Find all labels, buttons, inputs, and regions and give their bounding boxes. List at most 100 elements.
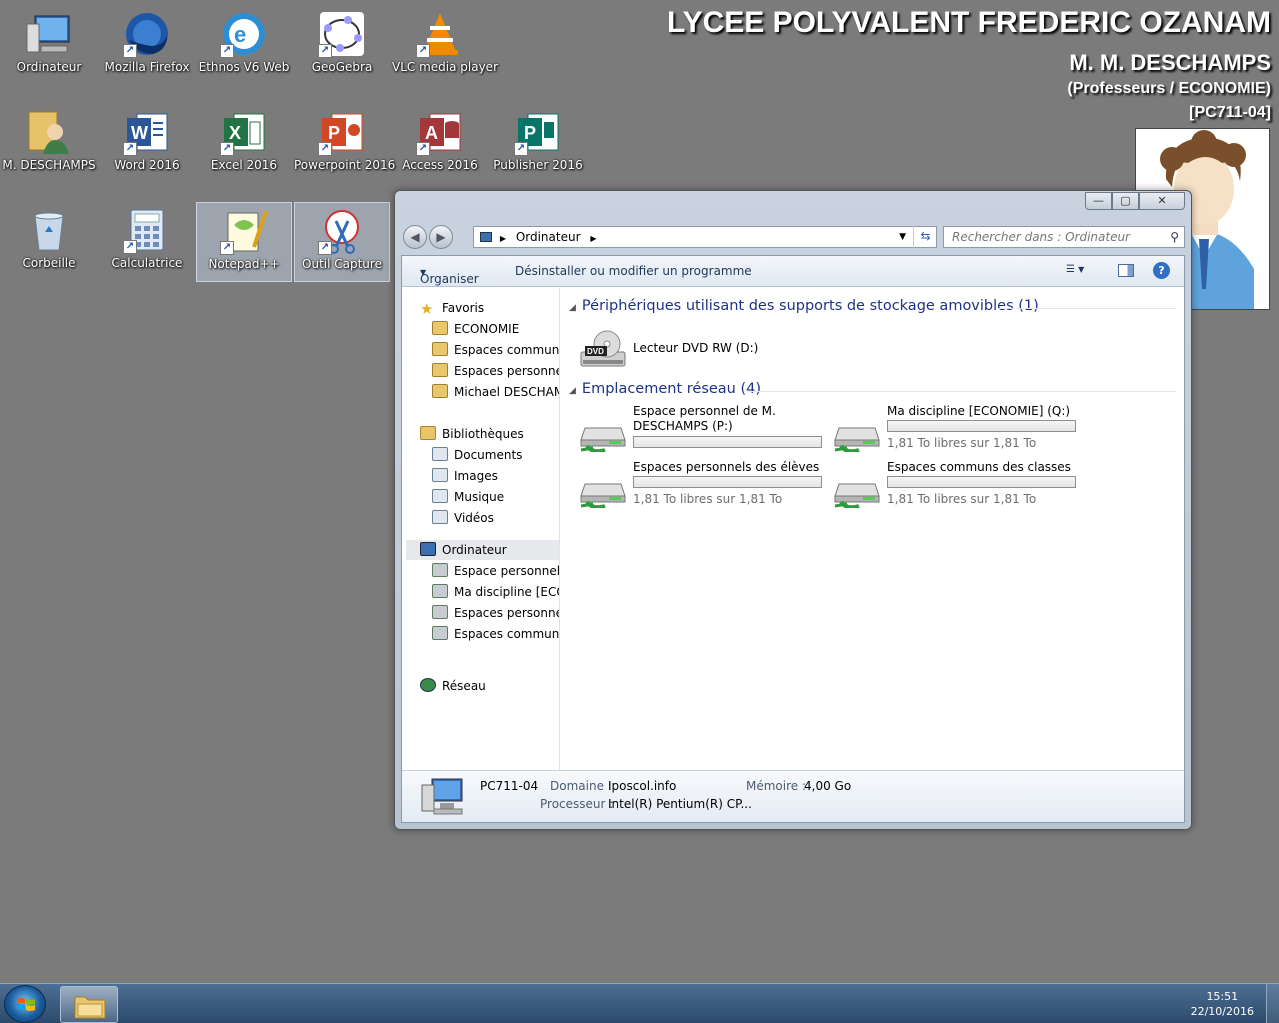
desktop-icon-label: Mozilla Firefox [104,60,190,74]
desktop-icon-word[interactable]: W ↗ Word 2016 [99,104,195,184]
nav-item-label: Espaces personnels d [454,606,559,620]
nav-item[interactable]: Espaces personnels d [432,603,559,623]
user-folder-icon [25,108,73,156]
nav-item-label: Images [454,469,498,483]
desktop-icon-geogebra[interactable]: ↗ GeoGebra [294,6,390,86]
nav-item[interactable]: Michael DESCHAMP [432,382,559,402]
desktop-icon-firefox[interactable]: ↗ Mozilla Firefox [99,6,195,86]
group-removable-header[interactable]: ◢ Périphériques utilisant des supports de… [569,298,1039,314]
nav-item-label: Espaces personnels d [454,364,559,378]
nav-item[interactable]: Musique [432,487,504,507]
desktop-icon-powerpoint[interactable]: P ↗ Powerpoint 2016 [294,104,395,184]
svg-text:X: X [229,123,241,143]
address-bar[interactable]: ▶ Ordinateur ▶ ▼ [473,226,937,248]
nav-computer[interactable]: Ordinateur [420,540,507,560]
search-input[interactable]: Rechercher dans : Ordinateur ⚲ [943,226,1185,248]
nav-network[interactable]: Réseau [420,676,486,696]
dvd-drive-icon: DVD [580,330,626,367]
nav-item[interactable]: Espace personnel de [432,561,560,581]
nav-item[interactable]: Espaces communs d [432,624,559,644]
change-view-button[interactable]: ☰ ▼ [1066,264,1092,278]
nav-item[interactable]: ECONOMIE [432,319,519,339]
powerpoint-icon: P ↗ [318,108,366,156]
desktop-icon-user-folder[interactable]: M. DESCHAMPS [1,104,97,184]
desktop-icon-snipping-tool[interactable]: ↗ Outil Capture [294,202,390,282]
nav-item-label: Espaces communs d [454,343,560,357]
group-network-header[interactable]: ◢ Emplacement réseau (4) [569,381,761,397]
address-dropdown-icon[interactable]: ▼ [899,227,906,247]
show-desktop-button[interactable] [1266,984,1279,1023]
refresh-button[interactable]: ⇆ [913,226,937,248]
arrow-left-icon: ◀ [410,230,420,244]
nav-item[interactable]: Espaces communs d [432,340,560,360]
organize-menu[interactable]: Organiser ▼ [420,264,479,286]
desktop-icon-label: Notepad++ [208,257,280,271]
minimize-button[interactable]: — [1085,192,1112,210]
desktop-icon-excel[interactable]: X ↗ Excel 2016 [196,104,292,184]
shortcut-arrow-icon: ↗ [416,44,430,58]
nav-item[interactable]: Espaces personnels d [432,361,559,381]
arrow-right-icon: ▶ [436,230,446,244]
drive-usage-bar [887,420,1076,432]
help-button[interactable]: ? [1153,262,1170,279]
computer-small-icon [480,232,492,242]
calculator-icon: ↗ [123,206,171,254]
back-button[interactable]: ◀ [403,225,427,249]
group-divider [747,391,1176,392]
start-button[interactable] [4,985,46,1023]
command-bar: Organiser ▼ Désinstaller ou modifier un … [402,256,1184,287]
nav-item[interactable]: Ma discipline [ECON [432,582,559,602]
uninstall-program-button[interactable]: Désinstaller ou modifier un programme [515,264,752,278]
network-drive-icon [580,427,626,452]
network-drive-icon [432,626,448,640]
network-drive[interactable]: Espace personnel de M. DESCHAMPS (P:) [577,404,825,456]
network-drive[interactable]: Espaces personnels des élèves (R:)1,81 T… [577,460,825,512]
nav-libraries[interactable]: Bibliothèques [420,424,524,444]
desktop-icon-ethnos[interactable]: e ↗ Ethnos V6 Web [196,6,292,86]
publisher-icon: P ↗ [514,108,562,156]
breadcrumb-arrow-icon[interactable]: ▶ [590,234,596,243]
maximize-button[interactable]: ▢ [1112,192,1139,210]
drive-free-space: 1,81 To libres sur 1,81 To [887,436,1037,450]
desktop-icon-label: Access 2016 [402,158,478,172]
nav-favorites[interactable]: ★ Favoris [420,298,484,318]
preview-pane-button[interactable] [1118,264,1134,277]
forward-button[interactable]: ▶ [429,225,453,249]
breadcrumb-computer[interactable]: Ordinateur [516,230,581,244]
network-drive[interactable]: Ma discipline [ECONOMIE] (Q:) 1,81 To lib… [831,404,1079,456]
desktop-icon-notepadpp[interactable]: ↗ Notepad++ [196,202,292,282]
taskbar-explorer-button[interactable] [60,986,118,1023]
library-item-icon [432,510,448,524]
refresh-icon: ⇆ [920,229,931,243]
desktop-icon-computer[interactable]: Ordinateur [1,6,97,86]
shortcut-arrow-icon: ↗ [123,142,137,156]
desktop-icon-access[interactable]: A ↗ Access 2016 [392,104,488,184]
search-icon[interactable]: ⚲ [1170,227,1179,247]
desktop-icon-publisher[interactable]: P ↗ Publisher 2016 [490,104,586,184]
file-list: ◢ Périphériques utilisant des supports de… [561,288,1184,772]
system-clock[interactable]: 15:51 22/10/2016 [1191,989,1254,1019]
shortcut-arrow-icon: ↗ [318,241,332,255]
desktop-icon-vlc[interactable]: ↗ VLC media player [392,6,498,86]
close-button[interactable]: ✕ [1139,192,1185,210]
taskbar: 15:51 22/10/2016 [0,983,1279,1023]
network-drive[interactable]: Espaces communs des classes (S:)1,81 To … [831,460,1079,512]
shortcut-arrow-icon: ↗ [318,44,332,58]
nav-item[interactable]: Documents [432,445,522,465]
nav-item[interactable]: Images [432,466,498,486]
nav-item[interactable]: Vidéos [432,508,494,528]
desktop-icon-calculator[interactable]: ↗ Calculatrice [99,202,195,282]
breadcrumb-arrow-icon[interactable]: ▶ [500,234,506,243]
svg-text:e: e [234,22,246,47]
library-item-icon [432,468,448,482]
nav-item-label: Musique [454,490,505,504]
desktop-icon-recycle-bin[interactable]: Corbeille [1,202,97,282]
nav-item-label: Espace personnel de [454,564,560,578]
dvd-drive[interactable]: DVD Lecteur DVD RW (D:) [577,324,825,376]
shortcut-arrow-icon: ↗ [220,142,234,156]
school-name: LYCEE POLYVALENT FREDERIC OZANAM [667,6,1271,39]
network-drive-icon [580,483,626,508]
details-pc-name: PC711-04 [480,779,539,793]
network-drive-label: Espace personnel de M. DESCHAMPS (P:) [633,404,776,433]
windows-logo-icon [17,998,35,1011]
